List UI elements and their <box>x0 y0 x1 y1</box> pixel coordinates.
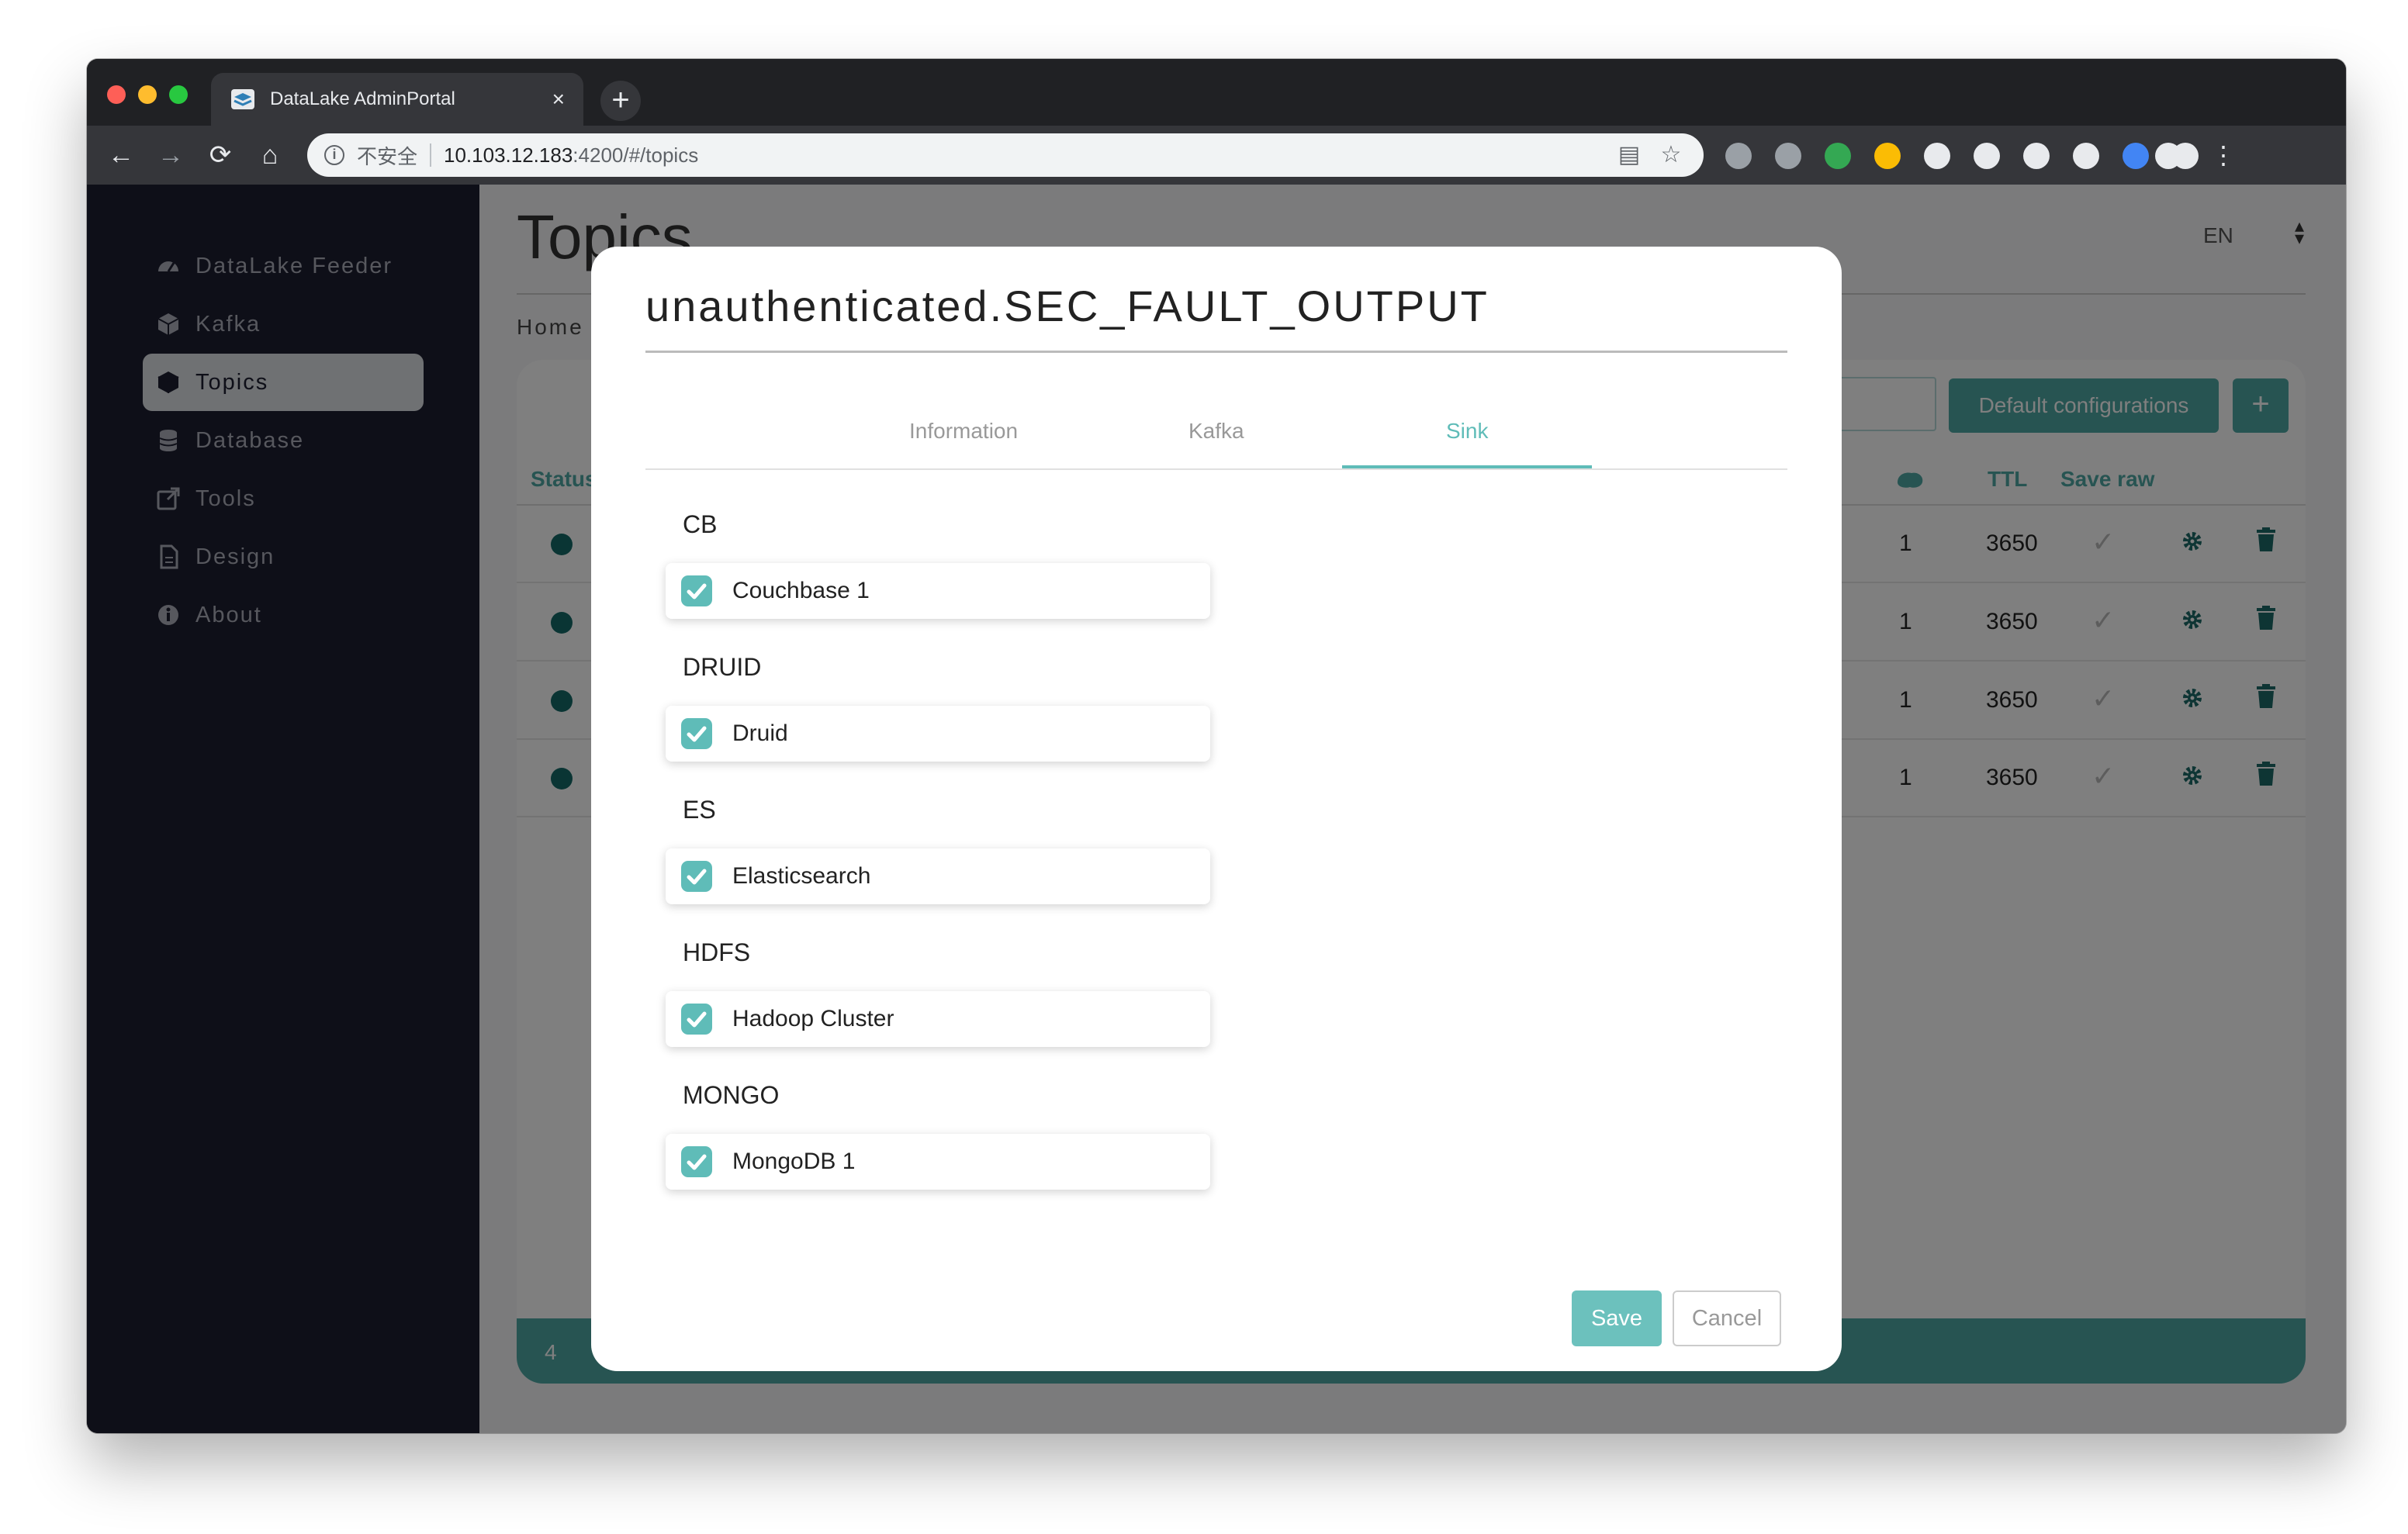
maximize-window-button[interactable] <box>169 85 188 104</box>
modal-title: unauthenticated.SEC_FAULT_OUTPUT <box>645 282 1489 330</box>
tab-kafka[interactable]: Kafka <box>1188 419 1244 444</box>
sink-checkbox-item[interactable]: Druid <box>666 706 1210 762</box>
browser-extension-icon[interactable] <box>2023 143 2050 169</box>
close-window-button[interactable] <box>107 85 126 104</box>
menu-icon[interactable]: ⋮ <box>2205 136 2242 174</box>
sink-checkbox-item[interactable]: Hadoop Cluster <box>666 991 1210 1047</box>
sink-checkbox-item[interactable]: MongoDB 1 <box>666 1134 1210 1190</box>
checkbox-checked-icon[interactable] <box>681 1004 712 1035</box>
checkbox-checked-icon[interactable] <box>681 718 712 749</box>
translate-icon[interactable]: ▤ <box>1614 140 1645 171</box>
checkbox-checked-icon[interactable] <box>681 861 712 892</box>
browser-extension-icon[interactable] <box>1725 143 1752 169</box>
address-separator <box>430 143 432 167</box>
forward-icon[interactable]: → <box>152 136 189 174</box>
browser-extension-icon[interactable] <box>2073 143 2099 169</box>
sink-group-title: MONGO <box>683 1081 780 1109</box>
url-host: 10.103.12.183 <box>444 143 573 167</box>
browser-tab[interactable]: DataLake AdminPortal × <box>211 73 583 126</box>
browser-extension-icon[interactable] <box>1825 143 1851 169</box>
url-path: :4200/#/topics <box>573 143 699 167</box>
browser-extension-icon[interactable] <box>1974 143 2000 169</box>
tab-sink[interactable]: Sink <box>1446 419 1488 444</box>
sink-checkbox-item[interactable]: Elasticsearch <box>666 848 1210 904</box>
minimize-window-button[interactable] <box>138 85 157 104</box>
sink-label: MongoDB 1 <box>732 1149 856 1174</box>
sink-label: Druid <box>732 720 788 746</box>
security-label: 不安全 <box>357 144 418 168</box>
bookmark-star-icon[interactable]: ☆ <box>1656 140 1687 171</box>
info-icon[interactable]: i <box>324 145 344 165</box>
browser-toolbar: ← → ⟳ ⌂ i 不安全 10.103.12.183 :4200/#/topi… <box>87 126 2346 185</box>
back-icon[interactable]: ← <box>102 136 140 174</box>
home-icon[interactable]: ⌂ <box>251 136 289 174</box>
browser-extension-icon[interactable] <box>1874 143 1901 169</box>
sink-checkbox-item[interactable]: Couchbase 1 <box>666 563 1210 619</box>
browser-extension-icon[interactable] <box>1775 143 1801 169</box>
sink-group-title: DRUID <box>683 653 762 681</box>
cancel-button[interactable]: Cancel <box>1673 1290 1781 1346</box>
tab-strip: DataLake AdminPortal × + <box>87 59 2346 126</box>
reload-icon[interactable]: ⟳ <box>202 136 239 174</box>
save-button[interactable]: Save <box>1572 1290 1662 1346</box>
tab-title: DataLake AdminPortal <box>270 88 455 109</box>
sink-group-title: CB <box>683 510 718 538</box>
datalake-logo-icon <box>231 89 254 109</box>
profile-avatar[interactable] <box>2155 143 2181 169</box>
modal-title-divider <box>645 351 1787 353</box>
sink-label: Couchbase 1 <box>732 578 870 603</box>
active-tab-indicator <box>1342 465 1592 468</box>
sink-group-title: HDFS <box>683 938 751 966</box>
browser-extension-icon[interactable] <box>2123 143 2149 169</box>
tabs-divider <box>645 468 1787 470</box>
tab-close-icon[interactable]: × <box>552 88 565 110</box>
checkbox-checked-icon[interactable] <box>681 1146 712 1177</box>
sink-label: Elasticsearch <box>732 863 871 889</box>
tab-information[interactable]: Information <box>909 419 1018 444</box>
topic-edit-modal: unauthenticated.SEC_FAULT_OUTPUT Informa… <box>591 247 1842 1371</box>
sink-group-title: ES <box>683 796 716 824</box>
new-tab-button[interactable]: + <box>600 81 641 121</box>
sink-label: Hadoop Cluster <box>732 1006 894 1031</box>
browser-extension-icon[interactable] <box>1924 143 1950 169</box>
checkbox-checked-icon[interactable] <box>681 575 712 606</box>
address-bar[interactable]: i 不安全 10.103.12.183 :4200/#/topics ▤ ☆ <box>307 133 1704 177</box>
